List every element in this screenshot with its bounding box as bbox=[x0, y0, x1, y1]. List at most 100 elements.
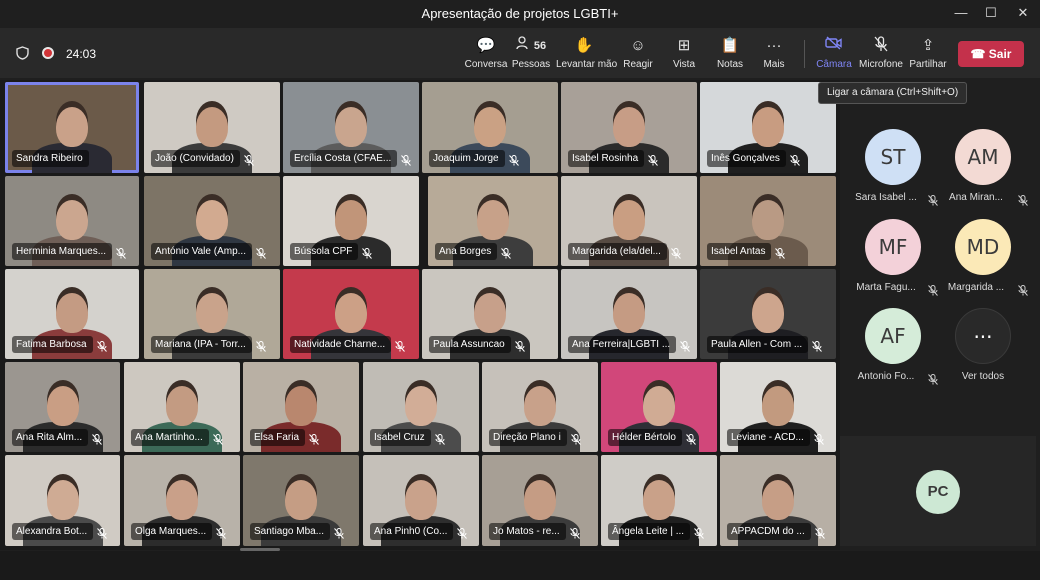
mic-muted-icon bbox=[814, 432, 824, 445]
participant-tile[interactable]: Isabel Cruz bbox=[363, 362, 479, 452]
participant-tile[interactable]: Isabel Rosinha bbox=[561, 82, 697, 173]
participant-tile[interactable]: Fatima Barbosa bbox=[5, 269, 139, 359]
participant-tile[interactable]: Paula Assuncao bbox=[422, 269, 558, 359]
mic-muted-icon bbox=[571, 432, 581, 445]
close-window-button[interactable]: ✕ bbox=[1010, 4, 1036, 22]
participant-tile[interactable]: Ana Ferreira|LGBTI ... bbox=[561, 269, 697, 359]
avatar-name: Margarida ... bbox=[947, 282, 1005, 293]
mic-muted-icon bbox=[216, 526, 226, 539]
minimize-button[interactable]: — bbox=[948, 4, 974, 22]
mic-muted-icon bbox=[435, 432, 445, 445]
mic-muted-icon bbox=[97, 339, 107, 352]
participant-name: Isabel Antas bbox=[707, 243, 772, 260]
share-icon: ⇪ bbox=[921, 37, 935, 54]
participant-tile[interactable]: Alexandra Bot... bbox=[5, 455, 120, 546]
toolbar-raise-hand-button[interactable]: ✋ Levantar mão bbox=[556, 36, 617, 74]
participant-avatar-tile[interactable]: MF Marta Fagu... bbox=[848, 219, 938, 299]
participant-video-head bbox=[56, 107, 88, 147]
participant-tile[interactable]: Herminia Marques... bbox=[5, 176, 139, 266]
participant-tile[interactable]: Ana Borges bbox=[428, 176, 558, 266]
participant-name: Ângela Leite | ... bbox=[608, 523, 691, 540]
participant-tile[interactable]: Ana Rita Alm... bbox=[5, 362, 120, 452]
window-title: Apresentação de projetos LGBTI+ bbox=[421, 6, 619, 21]
participant-tile[interactable]: João (Convidado) bbox=[144, 82, 280, 173]
participant-tile[interactable]: Leviane - ACD... bbox=[720, 362, 836, 452]
participant-tile[interactable]: Jo Matos - re... bbox=[482, 455, 598, 546]
participant-name: Jo Matos - re... bbox=[489, 523, 566, 540]
participant-tile[interactable]: Sandra Ribeiro bbox=[5, 82, 139, 173]
self-view-panel[interactable]: PC bbox=[840, 436, 1036, 546]
leave-button[interactable]: ☎ Sair bbox=[958, 41, 1024, 67]
mic-muted-icon bbox=[116, 246, 126, 259]
mic-muted-icon bbox=[515, 339, 525, 352]
participant-video-head bbox=[405, 480, 437, 520]
participant-tile[interactable]: Paula Allen - Com ... bbox=[700, 269, 836, 359]
mic-muted-icon bbox=[256, 246, 266, 259]
participant-tile[interactable]: Bússola CPF bbox=[283, 176, 419, 266]
view-all-button[interactable]: ··· Ver todos bbox=[938, 308, 1028, 388]
participant-name: Ana Pinh0 (Co... bbox=[370, 523, 454, 540]
participant-tile[interactable]: Ana Martinho... bbox=[124, 362, 240, 452]
participant-name: Natividade Charne... bbox=[290, 336, 392, 353]
participant-tile[interactable]: APPACDM do ... bbox=[720, 455, 836, 546]
participant-tile[interactable]: Joaquim Jorge bbox=[422, 82, 558, 173]
participant-tile[interactable]: Margarida (ela/del... bbox=[561, 176, 697, 266]
people-count: 56 bbox=[533, 40, 547, 52]
participant-tile[interactable]: Ângela Leite | ... bbox=[601, 455, 717, 546]
participant-tile[interactable]: Elsa Faria bbox=[243, 362, 359, 452]
participant-avatar-tile[interactable]: AM Ana Miran... bbox=[938, 129, 1028, 209]
toolbar-more-button[interactable]: ··· Mais bbox=[746, 36, 802, 74]
participant-tile[interactable]: Hélder Bértolo bbox=[601, 362, 717, 452]
avatar-initials: ST bbox=[865, 129, 921, 185]
participant-avatar-tile[interactable]: AF Antonio Fo... bbox=[848, 308, 938, 388]
avatar-name: Marta Fagu... bbox=[856, 282, 916, 293]
participant-video-head bbox=[752, 107, 784, 147]
shield-icon bbox=[16, 46, 29, 60]
participant-tile[interactable]: Inês Gonçalves bbox=[700, 82, 836, 173]
participant-tile[interactable]: António Vale (Amp... bbox=[144, 176, 280, 266]
mic-muted-icon bbox=[648, 153, 658, 166]
camera-tooltip: Ligar a câmara (Ctrl+Shift+O) bbox=[818, 82, 968, 104]
leave-label: Sair bbox=[988, 47, 1012, 61]
mic-muted-icon bbox=[457, 526, 467, 539]
toolbar-divider bbox=[804, 40, 805, 68]
toolbar-share-button[interactable]: ⇪ Partilhar bbox=[900, 36, 956, 74]
maximize-button[interactable]: ☐ bbox=[978, 4, 1004, 22]
participant-tile[interactable]: Ercília Costa (CFAE... bbox=[283, 82, 419, 173]
mic-muted-icon bbox=[244, 153, 254, 166]
mic-muted-icon bbox=[1018, 283, 1028, 296]
participant-tile[interactable]: Olga Marques... bbox=[124, 455, 240, 546]
participant-video-head bbox=[285, 386, 317, 426]
avatar-name: Sara Isabel ... bbox=[855, 192, 917, 203]
mic-muted-icon bbox=[928, 193, 938, 206]
mic-muted-icon bbox=[812, 339, 822, 352]
avatar-name: Ana Miran... bbox=[949, 192, 1003, 203]
participant-video-head bbox=[56, 293, 88, 333]
view-all-label: Ver todos bbox=[961, 371, 1005, 382]
participant-name: Joaquim Jorge bbox=[429, 150, 505, 167]
participant-tile[interactable]: Santiago Mba... bbox=[243, 455, 359, 546]
participant-avatar-tile[interactable]: MD Margarida ... bbox=[938, 219, 1028, 299]
participant-tile[interactable]: Mariana (IPA - Torr... bbox=[144, 269, 280, 359]
raise-hand-icon: ✋ bbox=[574, 37, 594, 54]
participant-video-head bbox=[613, 293, 645, 333]
participant-tile[interactable]: Natividade Charne... bbox=[283, 269, 419, 359]
participant-tile[interactable]: Ana Pinh0 (Co... bbox=[363, 455, 479, 546]
participant-video-head bbox=[335, 200, 367, 240]
avatar-initials: MF bbox=[865, 219, 921, 275]
toolbar-people-button[interactable]: 56 Pessoas bbox=[503, 36, 559, 74]
participant-video-head bbox=[196, 107, 228, 147]
participant-video-head bbox=[524, 386, 556, 426]
mic-muted-icon bbox=[362, 246, 372, 259]
participant-video-head bbox=[335, 107, 367, 147]
participant-tile[interactable]: Direção Plano i bbox=[482, 362, 598, 452]
more-icon: ··· bbox=[955, 308, 1011, 364]
mic-muted-icon bbox=[928, 283, 938, 296]
mic-muted-icon bbox=[928, 372, 938, 385]
participant-video-head bbox=[477, 200, 509, 240]
participant-tile[interactable]: Isabel Antas bbox=[700, 176, 836, 266]
video-gallery: Sandra Ribeiro João (Convidado) Ercília Co… bbox=[0, 80, 840, 550]
share-label: Partilhar bbox=[909, 59, 947, 70]
participant-name: Mariana (IPA - Torr... bbox=[151, 336, 252, 353]
participant-avatar-tile[interactable]: ST Sara Isabel ... bbox=[848, 129, 938, 209]
